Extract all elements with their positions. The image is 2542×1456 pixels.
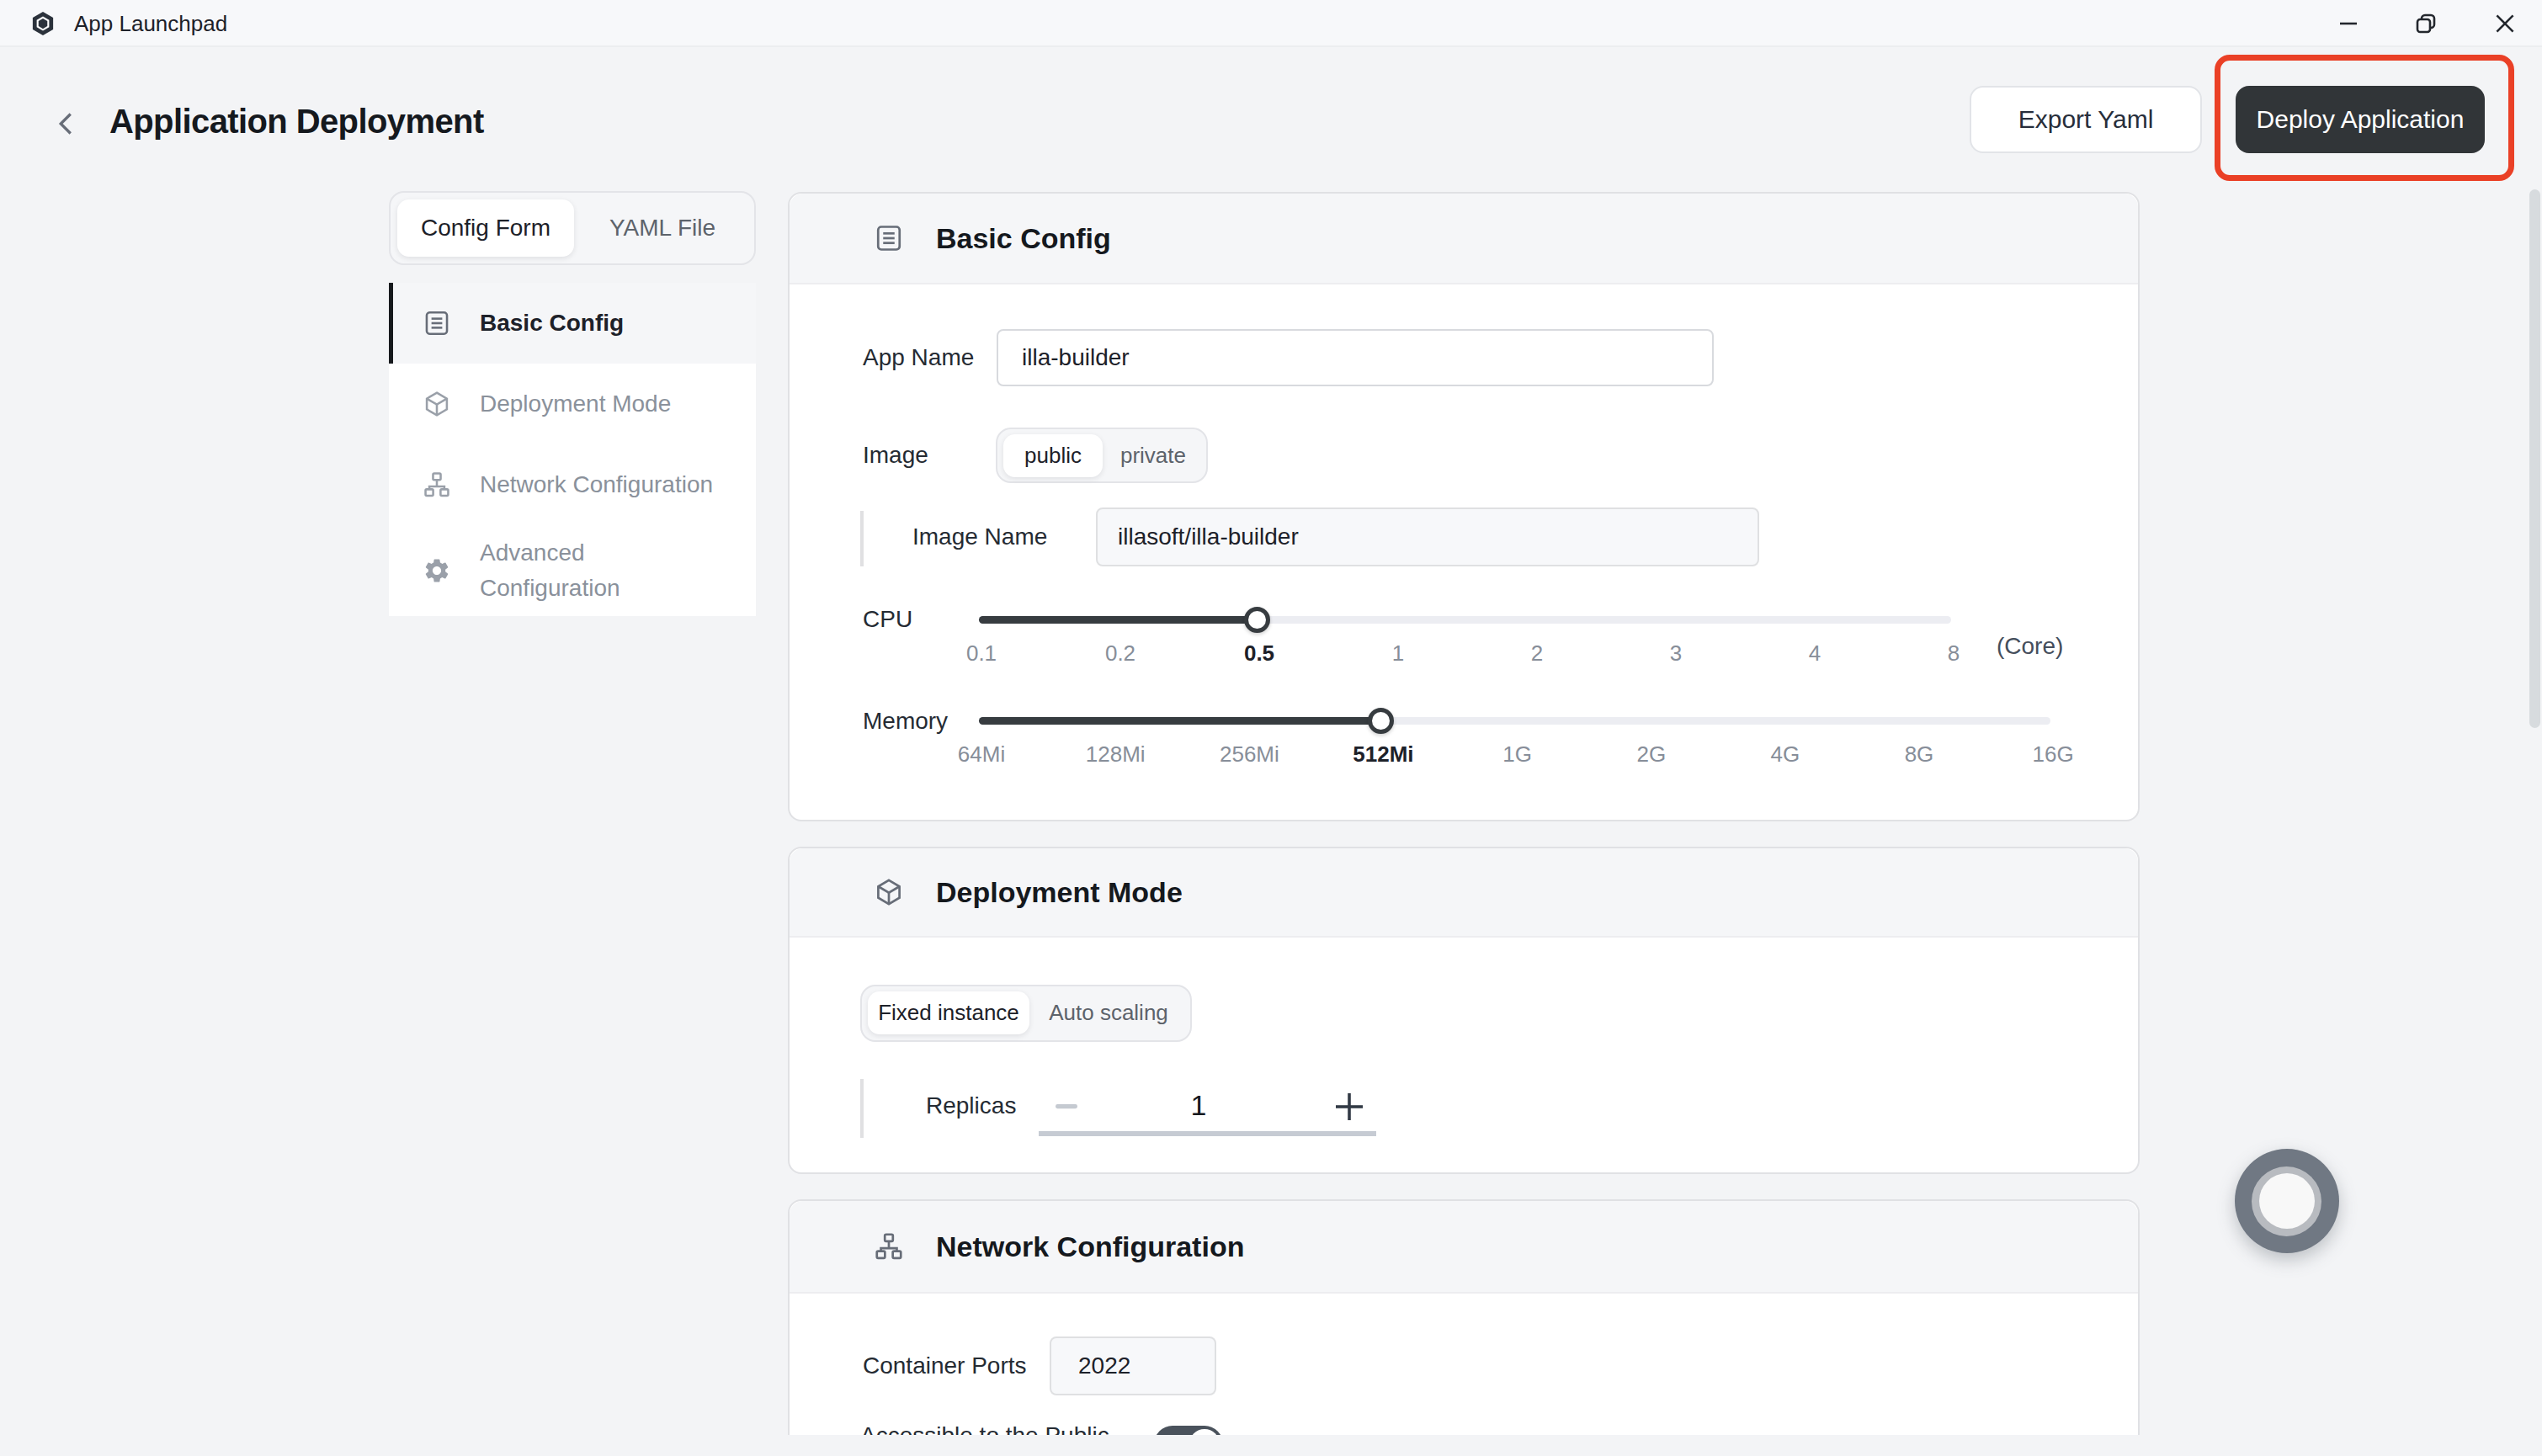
replicas-indent-bar (860, 1079, 864, 1138)
tab-yaml-file[interactable]: YAML File (574, 199, 751, 257)
config-view-tabs: Config Form YAML File (389, 191, 756, 265)
tab-auto-scaling[interactable]: Auto scaling (1029, 991, 1188, 1034)
cube-icon (874, 877, 904, 907)
nav-item-deployment-mode[interactable]: Deployment Mode (389, 364, 756, 444)
document-icon (423, 309, 451, 337)
image-name-indent-bar (860, 511, 864, 566)
container-ports-input[interactable]: 2022 (1050, 1336, 1216, 1395)
close-button[interactable] (2480, 0, 2530, 47)
deploy-highlight-annotation (2215, 55, 2514, 181)
minimize-button[interactable] (2323, 0, 2374, 47)
cpu-mark: 1 (1392, 640, 1404, 667)
cpu-mark: 4 (1809, 640, 1821, 667)
memory-mark: 128Mi (1086, 741, 1146, 768)
memory-mark-selected: 512Mi (1353, 741, 1413, 768)
tab-fixed-instance[interactable]: Fixed instance (868, 991, 1029, 1034)
image-name-label: Image Name (912, 523, 1047, 550)
replicas-label: Replicas (926, 1092, 1016, 1119)
tab-public[interactable]: public (1003, 434, 1103, 477)
tab-config-form[interactable]: Config Form (397, 199, 574, 257)
memory-mark: 4G (1770, 741, 1800, 768)
cpu-unit-label: (Core) (1997, 633, 2063, 660)
page-title: Application Deployment (109, 103, 484, 141)
image-name-input[interactable]: illasoft/illa-builder (1096, 507, 1759, 566)
cpu-mark: 2 (1531, 640, 1543, 667)
app-name-label: App Name (863, 344, 974, 371)
replicas-value: 1 (1191, 1089, 1207, 1122)
cpu-mark: 8 (1948, 640, 1960, 667)
memory-mark: 64Mi (958, 741, 1005, 768)
deployment-mode-tabs: Fixed instance Auto scaling (860, 985, 1192, 1042)
image-visibility-tabs: public private (996, 428, 1208, 483)
memory-mark: 2G (1636, 741, 1666, 768)
memory-mark: 8G (1905, 741, 1934, 768)
memory-mark: 256Mi (1220, 741, 1279, 768)
export-yaml-button[interactable]: Export Yaml (1970, 86, 2202, 153)
back-button[interactable] (57, 112, 74, 136)
cpu-slider-handle[interactable] (1244, 607, 1270, 633)
card-title: Network Configuration (936, 1230, 1244, 1263)
replicas-stepper-underline (1039, 1131, 1376, 1136)
network-configuration-card: Network Configuration Container Ports 20… (788, 1199, 2140, 1456)
replicas-increase-button[interactable] (1335, 1092, 1364, 1121)
card-title: Deployment Mode (936, 876, 1183, 909)
memory-slider[interactable] (979, 717, 2050, 725)
cpu-mark-selected: 0.5 (1244, 640, 1274, 667)
cpu-mark: 3 (1670, 640, 1682, 667)
loading-spinner (2235, 1149, 2339, 1253)
gear-icon (423, 556, 451, 585)
card-title: Basic Config (936, 222, 1111, 255)
cpu-mark: 0.1 (966, 640, 997, 667)
cpu-slider[interactable] (979, 616, 1951, 624)
nav-item-advanced-configuration[interactable]: AdvancedConfiguration (389, 525, 756, 616)
app-name-input[interactable]: illa-builder (997, 329, 1714, 386)
image-label: Image (863, 442, 928, 469)
cpu-mark: 0.2 (1105, 640, 1135, 667)
sitemap-icon (874, 1231, 904, 1262)
memory-mark: 1G (1502, 741, 1532, 768)
page-bottom-margin (0, 1435, 2542, 1456)
deployment-mode-card: Deployment Mode Fixed instance Auto scal… (788, 847, 2140, 1174)
nav-item-basic-config[interactable]: Basic Config (389, 283, 756, 364)
basic-config-card: Basic Config App Name illa-builder Image… (788, 192, 2140, 821)
app-launchpad-window: App Launchpad Application Deployment Exp… (0, 0, 2542, 1456)
restore-button[interactable] (2401, 0, 2451, 47)
container-ports-label: Container Ports (863, 1352, 1027, 1379)
scrollbar-thumb[interactable] (2529, 189, 2540, 728)
sitemap-icon (423, 470, 451, 499)
memory-label: Memory (863, 708, 948, 735)
memory-slider-handle[interactable] (1368, 708, 1394, 734)
window-titlebar: App Launchpad (0, 0, 2542, 47)
app-logo-icon (30, 11, 56, 36)
memory-mark: 16G (2033, 741, 2074, 768)
config-section-nav: Basic Config Deployment Mode Network Con… (389, 283, 756, 616)
cube-icon (423, 390, 451, 418)
network-configuration-header: Network Configuration (790, 1201, 2138, 1294)
nav-item-network-configuration[interactable]: Network Configuration (389, 444, 756, 525)
replicas-decrease-button[interactable] (1056, 1104, 1077, 1109)
tab-private[interactable]: private (1103, 434, 1204, 477)
basic-config-header: Basic Config (790, 194, 2138, 284)
document-icon (874, 223, 904, 253)
window-title: App Launchpad (74, 0, 227, 47)
cpu-label: CPU (863, 606, 912, 633)
deployment-mode-header: Deployment Mode (790, 848, 2138, 938)
